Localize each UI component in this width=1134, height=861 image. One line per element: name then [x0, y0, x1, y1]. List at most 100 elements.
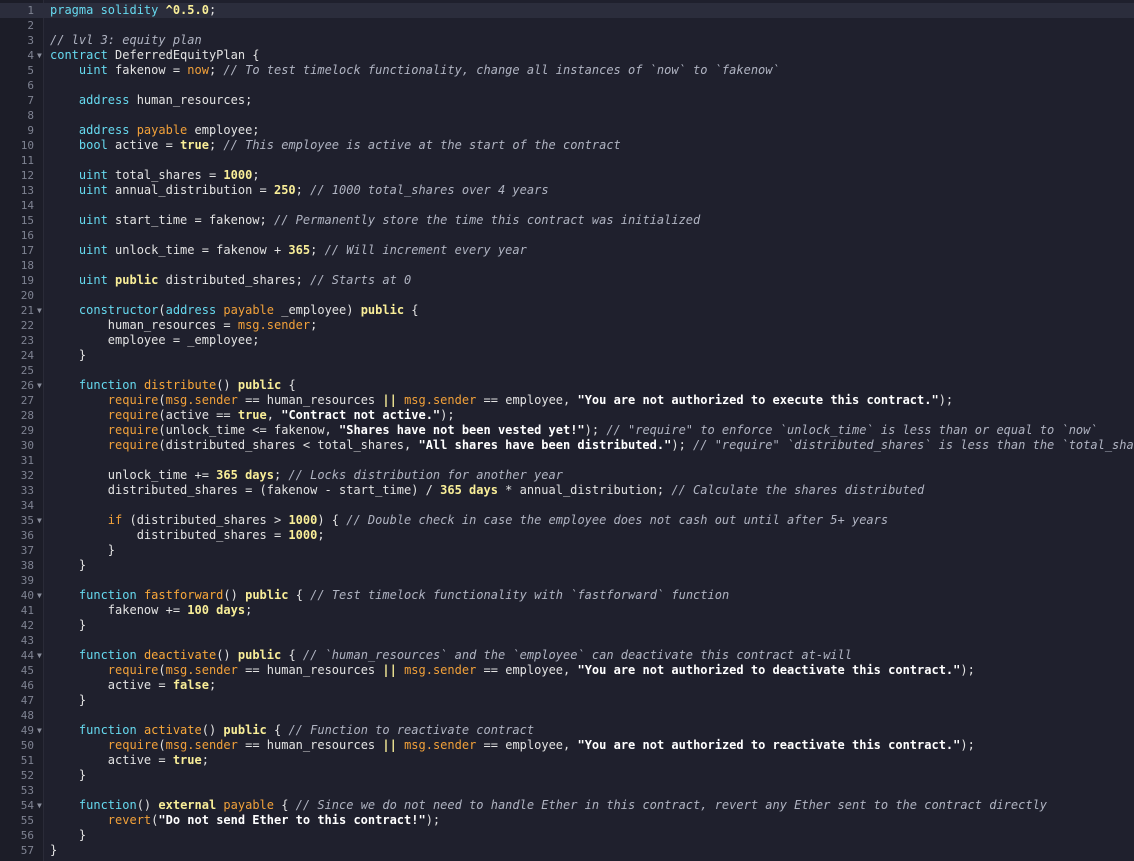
code-token: ()	[216, 648, 238, 662]
line-number: 35	[20, 514, 34, 527]
code-line[interactable]: 30 require(distributed_shares < total_sh…	[0, 438, 1134, 453]
code-line[interactable]: 48	[0, 708, 1134, 723]
code-line[interactable]: 43	[0, 633, 1134, 648]
code-token: true	[172, 753, 202, 767]
code-line[interactable]: 13 uint annual_distribution = 250; // 10…	[0, 183, 1134, 198]
code-line[interactable]: 4 ▼ contract DeferredEquityPlan {	[0, 48, 1134, 63]
code-line[interactable]: 32 unlock_time += 365 days; // Locks dis…	[0, 468, 1134, 483]
code-line[interactable]: 24 }	[0, 348, 1134, 363]
code-line[interactable]: 57}	[0, 843, 1134, 858]
code-token: uint	[78, 213, 116, 227]
code-line[interactable]: 2	[0, 18, 1134, 33]
code-token: ;	[201, 753, 209, 767]
code-line[interactable]: 5 uint fakenow = now; // To test timeloc…	[0, 63, 1134, 78]
code-line[interactable]: 1 pragma solidity ^0.5.0;	[0, 3, 1134, 18]
code-line[interactable]: 36 distributed_shares = 1000;	[0, 528, 1134, 543]
code-token: {	[411, 303, 419, 317]
code-line[interactable]: 45 require(msg.sender == human_resources…	[0, 663, 1134, 678]
code-token: "Shares have not been vested yet!"	[339, 423, 585, 437]
fold-arrow-icon[interactable]: ▼	[37, 513, 42, 528]
code-line[interactable]: 6	[0, 78, 1134, 93]
code-line[interactable]: 19 uint public distributed_shares; // St…	[0, 273, 1134, 288]
code-line[interactable]: 50 require(msg.sender == human_resources…	[0, 738, 1134, 753]
line-number: 18	[20, 259, 34, 272]
code-line[interactable]: 16	[0, 228, 1134, 243]
line-number: 40	[20, 589, 34, 602]
code-line[interactable]: 26 ▼ function distribute() public {	[0, 378, 1134, 393]
code-line[interactable]: 40 ▼ function fastforward() public { // T…	[0, 588, 1134, 603]
code-text: uint total_shares = 1000;	[50, 168, 260, 183]
code-line[interactable]: 31	[0, 453, 1134, 468]
code-token: bool	[78, 138, 116, 152]
fold-arrow-icon[interactable]: ▼	[37, 303, 42, 318]
code-editor[interactable]: 1 pragma solidity ^0.5.0; 2 3// lvl 3: equ…	[0, 0, 1134, 861]
code-text: constructor(address payable _employee) p…	[50, 303, 419, 318]
code-line[interactable]: 18	[0, 258, 1134, 273]
code-line[interactable]: 38 }	[0, 558, 1134, 573]
code-line[interactable]: 25	[0, 363, 1134, 378]
code-line[interactable]: 44 ▼ function deactivate() public { // `h…	[0, 648, 1134, 663]
code-text: uint public distributed_shares; // Start…	[50, 273, 411, 288]
code-token: );	[425, 813, 441, 827]
code-line[interactable]: 39	[0, 573, 1134, 588]
code-line[interactable]: 17 uint unlock_time = fakenow + 365; // …	[0, 243, 1134, 258]
fold-arrow-icon[interactable]: ▼	[37, 378, 42, 393]
code-line[interactable]: 3 // lvl 3: equity plan	[0, 33, 1134, 48]
code-token: ;	[245, 603, 253, 617]
code-token: address	[78, 123, 137, 137]
code-line[interactable]: 55 revert("Do not send Ether to this con…	[0, 813, 1134, 828]
code-line[interactable]: 56 }	[0, 828, 1134, 843]
code-line[interactable]: 54 ▼ function() external payable { // Sin…	[0, 798, 1134, 813]
fold-arrow-icon[interactable]: ▼	[37, 48, 42, 63]
fold-arrow-icon[interactable]: ▼	[37, 798, 42, 813]
fold-arrow-icon[interactable]: ▼	[37, 588, 42, 603]
code-line[interactable]: 49 ▼ function activate() public { // Func…	[0, 723, 1134, 738]
code-line[interactable]: 11	[0, 153, 1134, 168]
code-text: distributed_shares = 1000;	[50, 528, 325, 543]
code-token: (distributed_shares < total_shares,	[158, 438, 419, 452]
code-line[interactable]: 10 bool active = true; // This employee …	[0, 138, 1134, 153]
code-line[interactable]: 29 require(unlock_time <= fakenow, "Shar…	[0, 423, 1134, 438]
code-token: public	[245, 588, 296, 602]
code-token: );	[671, 438, 694, 452]
code-text: }	[50, 768, 86, 783]
code-line[interactable]: 21 ▼ constructor(address payable _employe…	[0, 303, 1134, 318]
code-area[interactable]: 1 pragma solidity ^0.5.0; 2 3// lvl 3: equ…	[0, 3, 1134, 858]
code-line[interactable]: 47 }	[0, 693, 1134, 708]
code-line[interactable]: 8	[0, 108, 1134, 123]
code-line[interactable]: 35 ▼ if (distributed_shares > 1000) { // …	[0, 513, 1134, 528]
code-line[interactable]: 12 uint total_shares = 1000;	[0, 168, 1134, 183]
code-token: address	[78, 93, 137, 107]
code-token: msg.sender	[404, 738, 484, 752]
code-line[interactable]: 22 human_resources = msg.sender;	[0, 318, 1134, 333]
code-line[interactable]: 52 }	[0, 768, 1134, 783]
code-line[interactable]: 14	[0, 198, 1134, 213]
code-line[interactable]: 42 }	[0, 618, 1134, 633]
code-line[interactable]: 9 address payable employee;	[0, 123, 1134, 138]
code-line[interactable]: 34	[0, 498, 1134, 513]
code-token: function	[78, 588, 144, 602]
code-line[interactable]: 20	[0, 288, 1134, 303]
code-line[interactable]: 27 require(msg.sender == human_resources…	[0, 393, 1134, 408]
code-line[interactable]: 37 }	[0, 543, 1134, 558]
line-number: 53	[20, 784, 34, 797]
code-line[interactable]: 33 distributed_shares = (fakenow - start…	[0, 483, 1134, 498]
fold-arrow-icon[interactable]: ▼	[37, 723, 42, 738]
code-line[interactable]: 23 employee = _employee;	[0, 333, 1134, 348]
code-line[interactable]: 7 address human_resources;	[0, 93, 1134, 108]
code-token: contract	[50, 48, 116, 62]
code-line[interactable]: 15 uint start_time = fakenow; // Permane…	[0, 213, 1134, 228]
code-line[interactable]: 41 fakenow += 100 days;	[0, 603, 1134, 618]
code-text: human_resources = msg.sender;	[50, 318, 318, 333]
code-token: }	[50, 348, 87, 362]
code-line[interactable]: 51 active = true;	[0, 753, 1134, 768]
code-line[interactable]: 28 require(active == true, "Contract not…	[0, 408, 1134, 423]
fold-arrow-icon[interactable]: ▼	[37, 648, 42, 663]
code-text: pragma solidity ^0.5.0;	[50, 3, 223, 18]
code-token: pragma solidity	[50, 3, 166, 17]
code-line[interactable]: 53	[0, 783, 1134, 798]
code-line[interactable]: 46 active = false;	[0, 678, 1134, 693]
line-number: 21	[20, 304, 34, 317]
